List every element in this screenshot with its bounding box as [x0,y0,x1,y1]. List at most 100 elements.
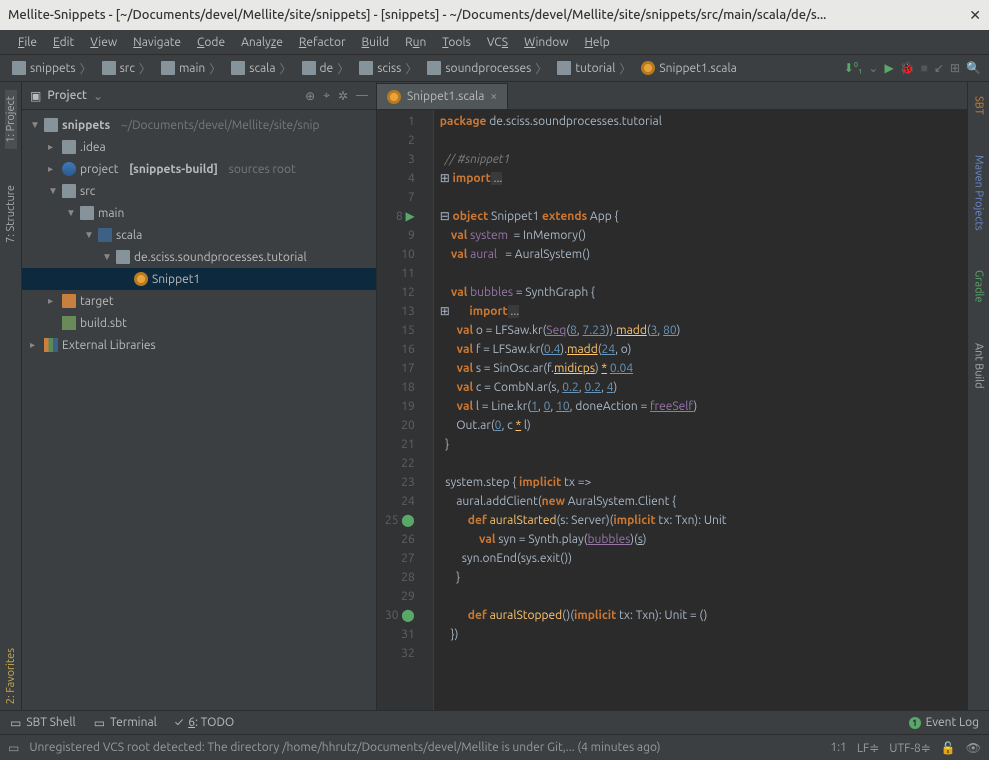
status-bar: ▭ Unregistered VCS root detected: The di… [0,734,989,760]
tree-item[interactable]: ▼src [22,180,376,202]
terminal-icon: ▭ [10,716,21,730]
left-tool-strip: 1: Project 7: Structure 2: Favorites [0,82,22,710]
project-panel: ▣ Project ⌄ ⊕ ⌖ ✲ ― ▼snippets ~/Document… [22,82,377,710]
inspector-icon[interactable]: 👁 [966,741,981,755]
breadcrumb[interactable]: de〉 [298,60,354,77]
menu-code[interactable]: Code [191,36,231,49]
menu-vcs[interactable]: VCS [481,36,514,49]
tree-item[interactable]: ▸.idea [22,136,376,158]
menu-refactor[interactable]: Refactor [293,36,352,49]
tool-structure[interactable]: 7: Structure [5,179,17,249]
breadcrumb[interactable]: main〉 [157,60,225,77]
tool-gradle[interactable]: Gradle [973,264,985,309]
scala-file-icon [387,90,401,104]
menu-tools[interactable]: Tools [436,36,477,49]
menu-run[interactable]: Run [399,36,432,49]
run-config[interactable]: ⌄ [868,61,878,75]
breadcrumb[interactable]: src〉 [98,60,155,77]
run-icon[interactable]: ▶ [884,61,893,75]
tree-item[interactable]: ▼main [22,202,376,224]
folder-icon [302,61,316,75]
search-icon[interactable]: 🔍 [966,61,981,75]
project-view-icon[interactable]: ▣ [30,89,41,103]
menu-view[interactable]: View [84,36,123,49]
editor: Snippet1.scala × 1 2 3 4 7 8 ▶ 9 10 11 1… [377,82,967,710]
breadcrumb-bar: snippets〉 src〉 main〉 scala〉 de〉 sciss〉 s… [0,54,989,82]
hide-icon[interactable]: ― [356,89,368,103]
vcs-icon[interactable]: ↙ [934,61,944,75]
breadcrumb[interactable]: soundprocesses〉 [423,60,551,77]
code-area[interactable]: 1 2 3 4 7 8 ▶ 9 10 11 12 13 15 16 17 18 … [377,110,967,710]
status-icon[interactable]: ▭ [8,741,19,755]
breadcrumb[interactable]: tutorial〉 [553,60,635,77]
structure-icon[interactable]: ⊞ [950,61,960,75]
menu-file[interactable]: File [12,36,43,49]
dropdown-icon[interactable]: ⌄ [93,89,103,103]
line-gutter: 1 2 3 4 7 8 ▶ 9 10 11 12 13 15 16 17 18 … [377,110,434,710]
tree-item[interactable]: ▼scala [22,224,376,246]
code-text[interactable]: package de.sciss.soundprocesses.tutorial… [434,110,727,710]
folder-icon [12,61,26,75]
terminal-icon: ▭ [94,716,105,730]
menu-window[interactable]: Window [518,36,574,49]
folder-icon [44,118,58,132]
lock-icon[interactable]: 🔓 [941,741,956,755]
tool-ant[interactable]: Ant Build [973,337,985,395]
project-panel-title: Project [47,89,87,102]
notification-badge-icon: 1 [909,717,921,729]
tab-bar: Snippet1.scala × [377,82,967,110]
debug-icon[interactable]: 🐞 [900,61,915,75]
tree-item[interactable]: build.sbt [22,312,376,334]
build-icon[interactable]: ⬇⁰₁ [844,61,863,75]
editor-tab[interactable]: Snippet1.scala × [377,83,508,109]
tree-item[interactable]: ▼de.sciss.soundprocesses.tutorial [22,246,376,268]
tool-event-log[interactable]: 1Event Log [909,716,979,729]
folder-icon [161,61,175,75]
tree-item-selected[interactable]: Snippet1 [22,268,376,290]
folder-icon [557,61,571,75]
libraries-icon [44,338,58,352]
right-tool-strip: SBT Maven Projects Gradle Ant Build [967,82,989,710]
collapse-icon[interactable]: ⊕ [305,89,315,103]
tool-project[interactable]: 1: Project [5,90,17,149]
tool-maven[interactable]: Maven Projects [973,149,985,237]
tool-todo[interactable]: ✓6: TODO [175,716,234,729]
scala-object-icon [134,272,148,286]
folder-icon [62,140,76,154]
tree-item[interactable]: ▸External Libraries [22,334,376,356]
project-panel-header: ▣ Project ⌄ ⊕ ⌖ ✲ ― [22,82,376,110]
tree-item[interactable]: ▸target [22,290,376,312]
source-folder-icon [98,228,112,242]
tool-sbt[interactable]: SBT [973,90,985,121]
breadcrumb[interactable]: Snippet1.scala [637,61,740,75]
breadcrumb[interactable]: scala〉 [227,60,295,77]
tree-root[interactable]: ▼snippets ~/Documents/devel/Mellite/site… [22,114,376,136]
menu-edit[interactable]: Edit [47,36,80,49]
breadcrumb[interactable]: sciss〉 [355,60,421,77]
tool-favorites[interactable]: 2: Favorites [5,642,17,710]
menu-help[interactable]: Help [579,36,616,49]
project-tree[interactable]: ▼snippets ~/Documents/devel/Mellite/site… [22,110,376,710]
tool-sbt-shell[interactable]: ▭SBT Shell [10,716,76,730]
close-tab-icon[interactable]: × [490,90,497,103]
folder-icon [62,184,76,198]
menu-build[interactable]: Build [356,36,396,49]
folder-icon [102,61,116,75]
cursor-position[interactable]: 1:1 [830,741,847,754]
breadcrumb[interactable]: snippets〉 [8,60,96,77]
tree-item[interactable]: ▸project [snippets-build] sources root [22,158,376,180]
menu-navigate[interactable]: Navigate [127,36,187,49]
scala-file-icon [641,61,655,75]
menu-analyze[interactable]: Analyze [235,36,289,49]
line-ending[interactable]: LF≑ [857,741,879,755]
tab-label: Snippet1.scala [407,90,484,103]
tool-terminal[interactable]: ▭Terminal [94,716,157,730]
locate-icon[interactable]: ⌖ [323,89,330,103]
encoding[interactable]: UTF-8≑ [889,741,931,755]
sbt-file-icon [62,316,76,330]
gear-icon[interactable]: ✲ [338,89,348,103]
folder-icon [359,61,373,75]
close-icon[interactable]: ✕ [969,7,981,24]
stop-icon[interactable]: ■ [921,61,928,75]
package-icon [116,250,130,264]
